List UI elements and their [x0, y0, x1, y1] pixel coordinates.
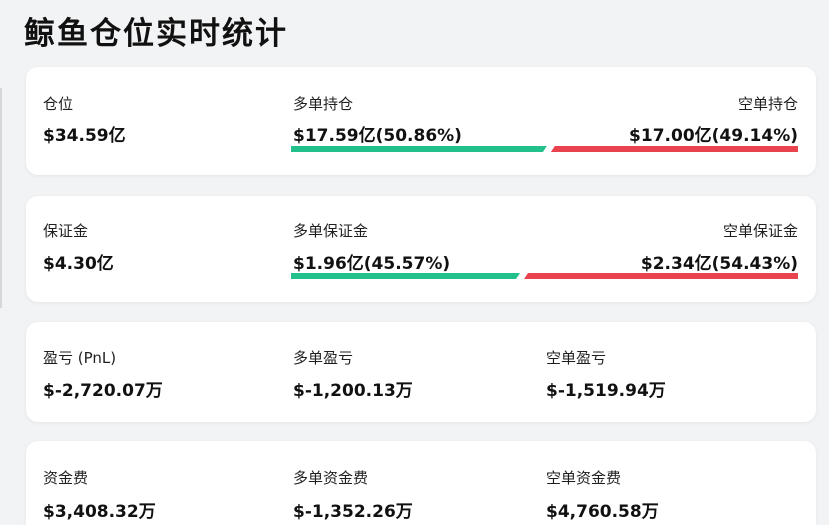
- long-funding-value: $-1,352.26万: [293, 502, 413, 522]
- margin-value: $4.30亿: [43, 254, 114, 274]
- long-position-value: $17.59亿(50.86%): [293, 126, 462, 146]
- long-pnl-value: $-1,200.13万: [293, 381, 413, 401]
- position-label: 仓位: [43, 95, 74, 113]
- funding-label: 资金费: [43, 469, 89, 487]
- side-divider: [0, 88, 2, 308]
- short-pnl-label: 空单盈亏: [546, 349, 607, 367]
- page-title: 鲸鱼仓位实时统计: [24, 16, 288, 52]
- short-margin-value: $2.34亿(54.43%): [640, 254, 798, 274]
- long-margin-label: 多单保证金: [293, 222, 369, 240]
- short-margin-label: 空单保证金: [722, 222, 798, 240]
- long-margin-bar: [291, 273, 520, 279]
- short-funding-value: $4,760.58万: [546, 502, 659, 522]
- short-funding-label: 空单资金费: [546, 469, 622, 487]
- pnl-card: 盈亏 (PnL) $-2,720.07万 多单盈亏 $-1,200.13万 空单…: [26, 322, 816, 422]
- position-card: 仓位 $34.59亿 多单持仓 $17.59亿(50.86%) 空单持仓 $17…: [26, 67, 816, 175]
- margin-label: 保证金: [43, 222, 89, 240]
- short-position-label: 空单持仓: [737, 95, 798, 113]
- long-funding-label: 多单资金费: [293, 469, 369, 487]
- pnl-label: 盈亏 (PnL): [43, 349, 117, 367]
- position-value: $34.59亿: [43, 126, 126, 146]
- short-position-value: $17.00亿(49.14%): [629, 126, 798, 146]
- funding-card: 资金费 $3,408.32万 多单资金费 $-1,352.26万 空单资金费 $…: [26, 441, 816, 525]
- pnl-value: $-2,720.07万: [43, 381, 163, 401]
- short-pnl-value: $-1,519.94万: [546, 381, 666, 401]
- long-position-label: 多单持仓: [293, 95, 354, 113]
- page: 鲸鱼仓位实时统计 仓位 $34.59亿 多单持仓 $17.59亿(50.86%)…: [0, 0, 829, 525]
- long-position-bar: [291, 146, 547, 152]
- funding-value: $3,408.32万: [43, 502, 156, 522]
- long-margin-value: $1.96亿(45.57%): [293, 254, 451, 274]
- margin-card: 保证金 $4.30亿 多单保证金 $1.96亿(45.57%) 空单保证金 $2…: [26, 196, 816, 302]
- short-margin-bar: [524, 273, 798, 279]
- short-position-bar: [550, 146, 798, 152]
- long-pnl-label: 多单盈亏: [293, 349, 354, 367]
